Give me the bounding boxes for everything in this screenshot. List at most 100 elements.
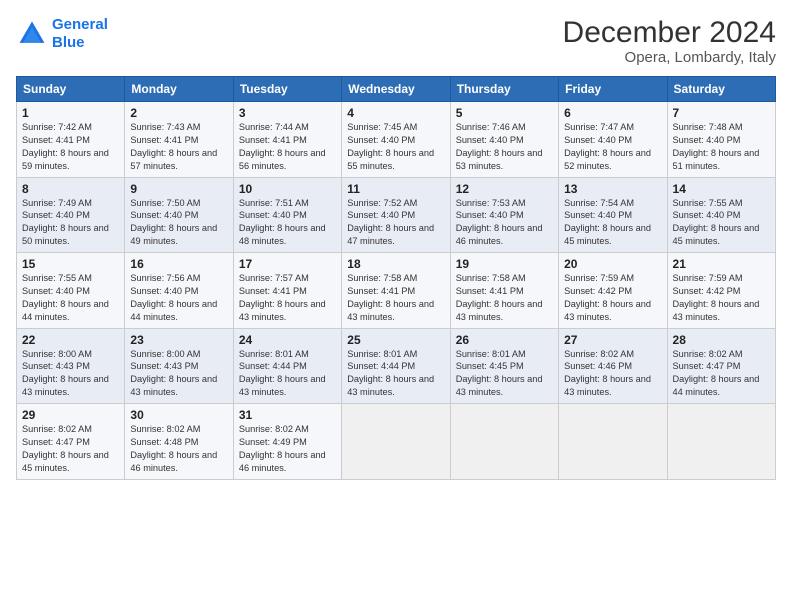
day-number: 8 — [22, 182, 119, 196]
day-number: 13 — [564, 182, 661, 196]
day-cell: 5 Sunrise: 7:46 AMSunset: 4:40 PMDayligh… — [450, 102, 558, 178]
day-cell: 30 Sunrise: 8:02 AMSunset: 4:48 PMDaylig… — [125, 404, 233, 480]
col-header-friday: Friday — [559, 77, 667, 102]
day-number: 16 — [130, 257, 227, 271]
day-cell: 14 Sunrise: 7:55 AMSunset: 4:40 PMDaylig… — [667, 177, 775, 253]
day-number: 26 — [456, 333, 553, 347]
day-number: 27 — [564, 333, 661, 347]
title-section: December 2024 Opera, Lombardy, Italy — [563, 16, 776, 66]
col-header-wednesday: Wednesday — [342, 77, 450, 102]
day-info: Sunrise: 8:02 AMSunset: 4:47 PMDaylight:… — [22, 424, 109, 473]
header-row: SundayMondayTuesdayWednesdayThursdayFrid… — [17, 77, 776, 102]
day-cell: 3 Sunrise: 7:44 AMSunset: 4:41 PMDayligh… — [233, 102, 341, 178]
calendar-table: SundayMondayTuesdayWednesdayThursdayFrid… — [16, 76, 776, 480]
day-number: 17 — [239, 257, 336, 271]
day-info: Sunrise: 7:59 AMSunset: 4:42 PMDaylight:… — [564, 273, 651, 322]
week-row-5: 29 Sunrise: 8:02 AMSunset: 4:47 PMDaylig… — [17, 404, 776, 480]
day-info: Sunrise: 7:58 AMSunset: 4:41 PMDaylight:… — [347, 273, 434, 322]
day-info: Sunrise: 7:49 AMSunset: 4:40 PMDaylight:… — [22, 198, 109, 247]
day-cell: 18 Sunrise: 7:58 AMSunset: 4:41 PMDaylig… — [342, 253, 450, 329]
header: General Blue December 2024 Opera, Lombar… — [16, 16, 776, 66]
day-info: Sunrise: 7:56 AMSunset: 4:40 PMDaylight:… — [130, 273, 217, 322]
day-cell: 1 Sunrise: 7:42 AMSunset: 4:41 PMDayligh… — [17, 102, 125, 178]
day-info: Sunrise: 7:58 AMSunset: 4:41 PMDaylight:… — [456, 273, 543, 322]
day-cell: 11 Sunrise: 7:52 AMSunset: 4:40 PMDaylig… — [342, 177, 450, 253]
day-number: 29 — [22, 408, 119, 422]
week-row-3: 15 Sunrise: 7:55 AMSunset: 4:40 PMDaylig… — [17, 253, 776, 329]
day-number: 28 — [673, 333, 770, 347]
day-cell: 29 Sunrise: 8:02 AMSunset: 4:47 PMDaylig… — [17, 404, 125, 480]
day-cell: 4 Sunrise: 7:45 AMSunset: 4:40 PMDayligh… — [342, 102, 450, 178]
day-info: Sunrise: 7:42 AMSunset: 4:41 PMDaylight:… — [22, 122, 109, 171]
day-info: Sunrise: 7:59 AMSunset: 4:42 PMDaylight:… — [673, 273, 760, 322]
day-info: Sunrise: 8:02 AMSunset: 4:47 PMDaylight:… — [673, 349, 760, 398]
col-header-saturday: Saturday — [667, 77, 775, 102]
day-info: Sunrise: 8:02 AMSunset: 4:48 PMDaylight:… — [130, 424, 217, 473]
day-number: 2 — [130, 106, 227, 120]
day-cell: 16 Sunrise: 7:56 AMSunset: 4:40 PMDaylig… — [125, 253, 233, 329]
day-cell: 27 Sunrise: 8:02 AMSunset: 4:46 PMDaylig… — [559, 328, 667, 404]
day-number: 7 — [673, 106, 770, 120]
day-cell: 25 Sunrise: 8:01 AMSunset: 4:44 PMDaylig… — [342, 328, 450, 404]
day-info: Sunrise: 7:53 AMSunset: 4:40 PMDaylight:… — [456, 198, 543, 247]
day-number: 24 — [239, 333, 336, 347]
day-info: Sunrise: 8:02 AMSunset: 4:46 PMDaylight:… — [564, 349, 651, 398]
day-number: 19 — [456, 257, 553, 271]
day-number: 20 — [564, 257, 661, 271]
day-cell: 6 Sunrise: 7:47 AMSunset: 4:40 PMDayligh… — [559, 102, 667, 178]
day-cell: 23 Sunrise: 8:00 AMSunset: 4:43 PMDaylig… — [125, 328, 233, 404]
day-number: 31 — [239, 408, 336, 422]
day-cell: 12 Sunrise: 7:53 AMSunset: 4:40 PMDaylig… — [450, 177, 558, 253]
logo-line2: Blue — [52, 34, 85, 51]
day-info: Sunrise: 8:02 AMSunset: 4:49 PMDaylight:… — [239, 424, 326, 473]
day-info: Sunrise: 7:55 AMSunset: 4:40 PMDaylight:… — [22, 273, 109, 322]
main-title: December 2024 — [563, 16, 776, 49]
day-number: 1 — [22, 106, 119, 120]
day-number: 14 — [673, 182, 770, 196]
day-cell: 10 Sunrise: 7:51 AMSunset: 4:40 PMDaylig… — [233, 177, 341, 253]
day-cell: 20 Sunrise: 7:59 AMSunset: 4:42 PMDaylig… — [559, 253, 667, 329]
day-number: 3 — [239, 106, 336, 120]
day-number: 9 — [130, 182, 227, 196]
day-cell: 21 Sunrise: 7:59 AMSunset: 4:42 PMDaylig… — [667, 253, 775, 329]
day-cell: 7 Sunrise: 7:48 AMSunset: 4:40 PMDayligh… — [667, 102, 775, 178]
day-cell: 13 Sunrise: 7:54 AMSunset: 4:40 PMDaylig… — [559, 177, 667, 253]
day-number: 12 — [456, 182, 553, 196]
day-info: Sunrise: 8:01 AMSunset: 4:45 PMDaylight:… — [456, 349, 543, 398]
day-info: Sunrise: 7:55 AMSunset: 4:40 PMDaylight:… — [673, 198, 760, 247]
day-cell: 17 Sunrise: 7:57 AMSunset: 4:41 PMDaylig… — [233, 253, 341, 329]
day-number: 25 — [347, 333, 444, 347]
day-info: Sunrise: 8:00 AMSunset: 4:43 PMDaylight:… — [130, 349, 217, 398]
day-cell: 28 Sunrise: 8:02 AMSunset: 4:47 PMDaylig… — [667, 328, 775, 404]
day-info: Sunrise: 8:01 AMSunset: 4:44 PMDaylight:… — [239, 349, 326, 398]
day-info: Sunrise: 7:43 AMSunset: 4:41 PMDaylight:… — [130, 122, 217, 171]
day-number: 6 — [564, 106, 661, 120]
day-number: 23 — [130, 333, 227, 347]
day-info: Sunrise: 7:54 AMSunset: 4:40 PMDaylight:… — [564, 198, 651, 247]
day-info: Sunrise: 7:51 AMSunset: 4:40 PMDaylight:… — [239, 198, 326, 247]
day-cell: 9 Sunrise: 7:50 AMSunset: 4:40 PMDayligh… — [125, 177, 233, 253]
day-info: Sunrise: 7:47 AMSunset: 4:40 PMDaylight:… — [564, 122, 651, 171]
logo-icon — [16, 18, 48, 50]
day-number: 4 — [347, 106, 444, 120]
day-cell: 22 Sunrise: 8:00 AMSunset: 4:43 PMDaylig… — [17, 328, 125, 404]
col-header-monday: Monday — [125, 77, 233, 102]
day-info: Sunrise: 8:01 AMSunset: 4:44 PMDaylight:… — [347, 349, 434, 398]
day-cell: 24 Sunrise: 8:01 AMSunset: 4:44 PMDaylig… — [233, 328, 341, 404]
day-info: Sunrise: 7:52 AMSunset: 4:40 PMDaylight:… — [347, 198, 434, 247]
day-number: 11 — [347, 182, 444, 196]
day-info: Sunrise: 7:44 AMSunset: 4:41 PMDaylight:… — [239, 122, 326, 171]
day-cell — [559, 404, 667, 480]
day-info: Sunrise: 7:57 AMSunset: 4:41 PMDaylight:… — [239, 273, 326, 322]
day-number: 18 — [347, 257, 444, 271]
day-cell — [667, 404, 775, 480]
logo-line1: General — [52, 16, 108, 33]
day-cell: 19 Sunrise: 7:58 AMSunset: 4:41 PMDaylig… — [450, 253, 558, 329]
col-header-tuesday: Tuesday — [233, 77, 341, 102]
day-info: Sunrise: 7:48 AMSunset: 4:40 PMDaylight:… — [673, 122, 760, 171]
day-cell: 8 Sunrise: 7:49 AMSunset: 4:40 PMDayligh… — [17, 177, 125, 253]
day-cell — [342, 404, 450, 480]
day-cell: 2 Sunrise: 7:43 AMSunset: 4:41 PMDayligh… — [125, 102, 233, 178]
day-number: 15 — [22, 257, 119, 271]
page: General Blue December 2024 Opera, Lombar… — [0, 0, 792, 612]
